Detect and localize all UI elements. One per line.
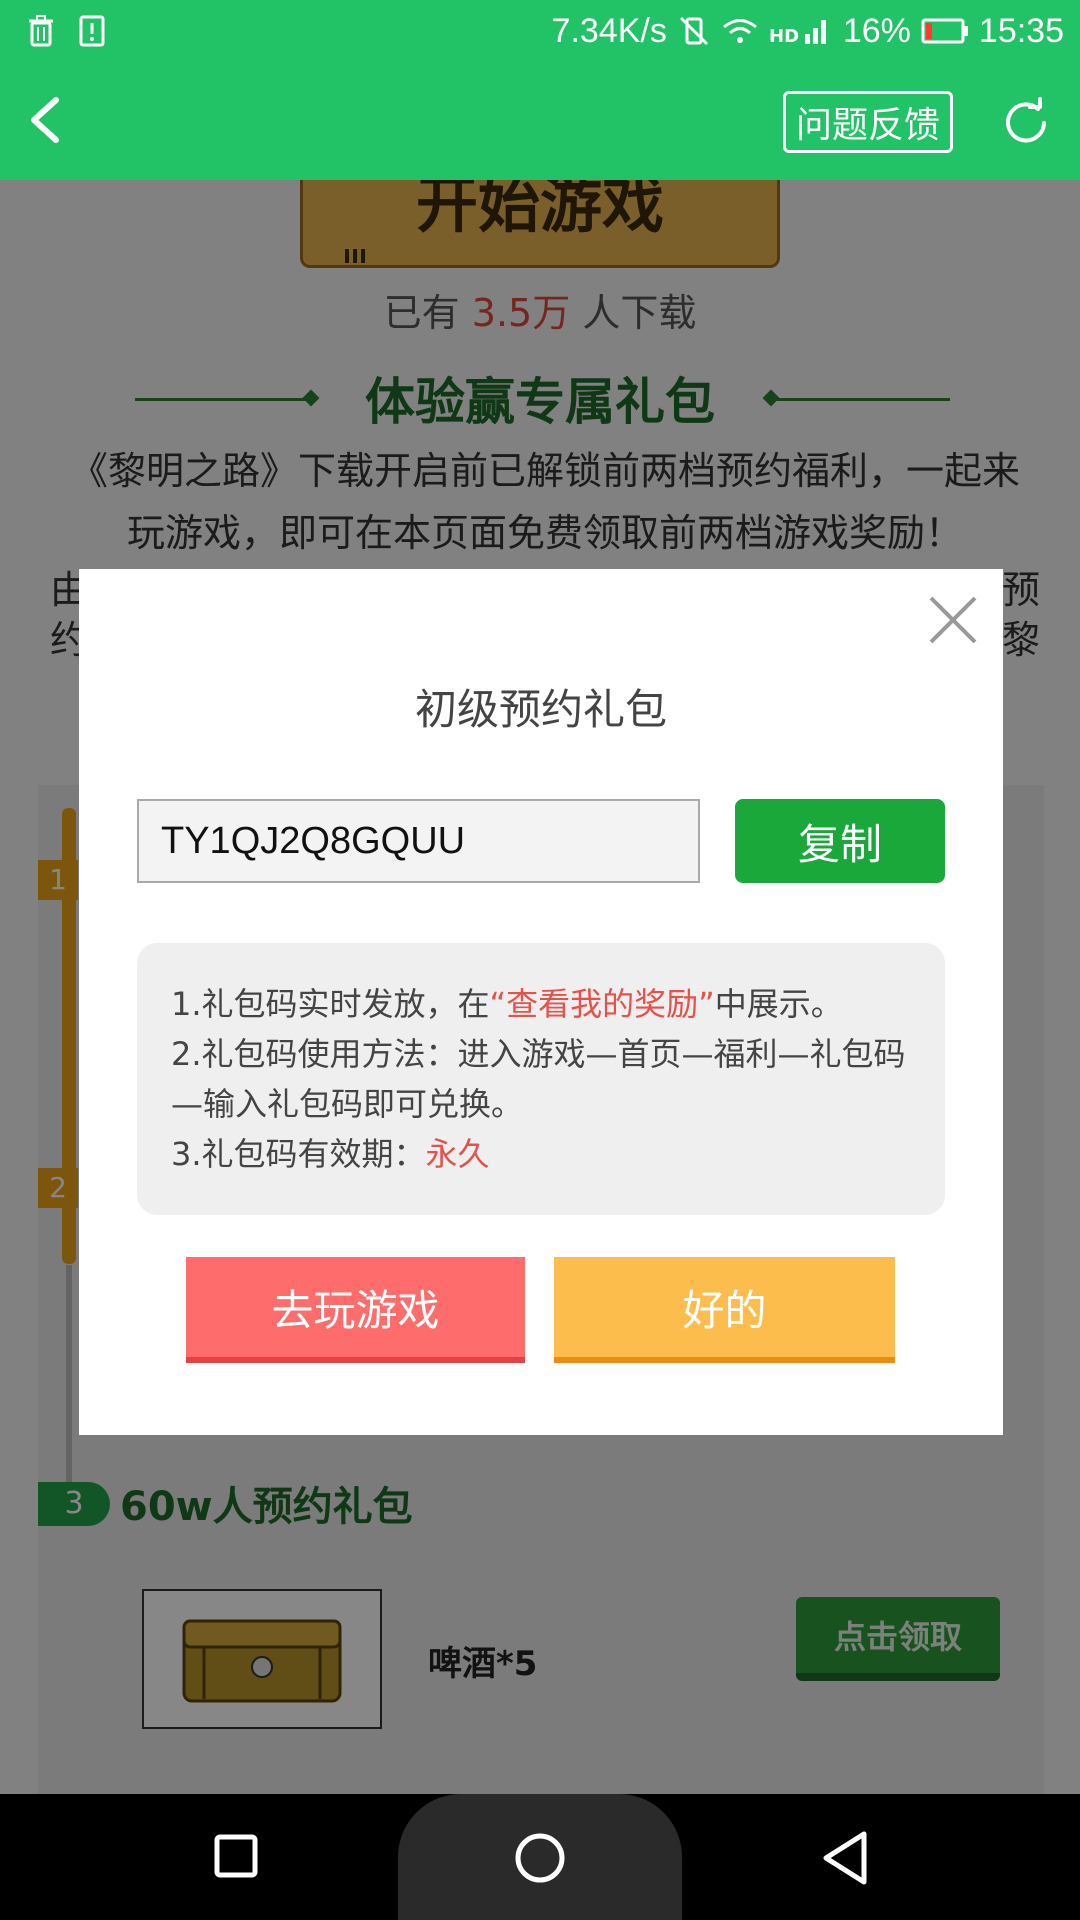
ok-button[interactable]: 好的 bbox=[554, 1257, 895, 1363]
status-left-icons bbox=[26, 12, 106, 50]
back-button[interactable] bbox=[18, 88, 74, 152]
close-icon bbox=[929, 596, 977, 644]
status-right: 7.34K/s HD 16% 15:35 bbox=[552, 10, 1064, 52]
view-rewards-link[interactable]: “查看我的奖励” bbox=[490, 985, 715, 1023]
feedback-button[interactable]: 问题反馈 bbox=[783, 91, 953, 153]
battery-percent: 16% bbox=[842, 11, 911, 50]
note-1-prefix: 1.礼包码实时发放，在 bbox=[171, 985, 490, 1023]
trash-icon bbox=[29, 15, 53, 47]
wifi-icon bbox=[722, 19, 757, 43]
recent-apps-button[interactable] bbox=[214, 1834, 258, 1878]
instructions-box: 1.礼包码实时发放，在“查看我的奖励”中展示。 2.礼包码使用方法：进入游戏—首… bbox=[137, 943, 945, 1215]
refresh-button[interactable] bbox=[1000, 97, 1052, 149]
circle-icon bbox=[515, 1833, 565, 1883]
network-speed: 7.34K/s bbox=[551, 11, 667, 50]
home-button[interactable] bbox=[514, 1832, 566, 1884]
refresh-icon bbox=[1006, 97, 1046, 143]
alert-icon bbox=[79, 15, 105, 47]
modal-title: 初级预约礼包 bbox=[414, 685, 667, 734]
triangle-back-icon bbox=[823, 1831, 867, 1885]
square-icon bbox=[214, 1834, 258, 1878]
gift-code-field[interactable]: TY1QJ2Q8GQUU bbox=[137, 799, 700, 883]
back-arrow-icon bbox=[31, 97, 59, 143]
copy-button[interactable]: 复制 bbox=[735, 799, 945, 883]
clock: 15:35 bbox=[978, 11, 1064, 50]
note-3-prefix: 3.礼包码有效期： bbox=[171, 1135, 426, 1173]
battery-icon bbox=[921, 18, 968, 44]
note-1-suffix: 中展示。 bbox=[714, 985, 843, 1023]
system-back-button[interactable] bbox=[820, 1830, 870, 1886]
play-game-button[interactable]: 去玩游戏 bbox=[186, 1257, 525, 1363]
svg-text:HD: HD bbox=[769, 26, 799, 47]
vibrate-off-icon bbox=[679, 16, 708, 46]
note-line-1: 1.礼包码实时发放，在“查看我的奖励”中展示。 bbox=[171, 979, 911, 1029]
note-line-3: 3.礼包码有效期：永久 bbox=[171, 1129, 911, 1179]
validity-value: 永久 bbox=[425, 1135, 490, 1173]
hd-signal-icon: HD bbox=[769, 20, 826, 47]
status-bar: 7.34K/s HD 16% 15:35 bbox=[0, 0, 1080, 62]
modal-close-button[interactable] bbox=[923, 590, 983, 650]
note-line-2: 2.礼包码使用方法：进入游戏—首页—福利—礼包码—输入礼包码即可兑换。 bbox=[171, 1035, 906, 1123]
